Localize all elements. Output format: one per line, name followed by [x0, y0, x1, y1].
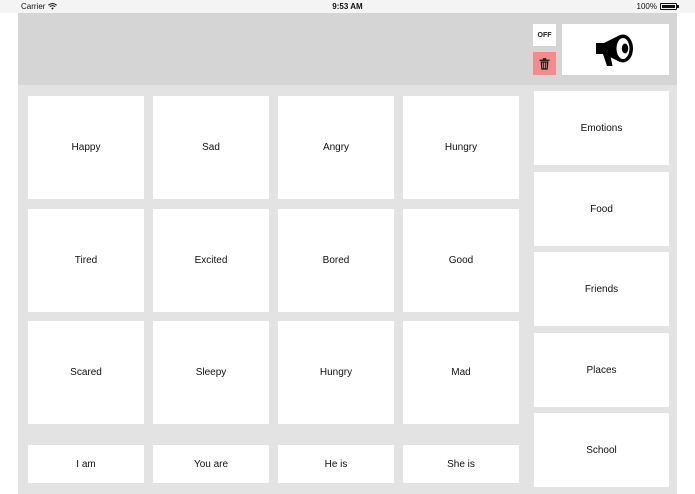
word-tile[interactable]: Mad — [403, 321, 519, 424]
battery-icon — [660, 3, 679, 10]
clear-sentence-button[interactable] — [533, 52, 556, 75]
right-margin — [677, 13, 695, 494]
word-tile[interactable]: Excited — [153, 209, 269, 312]
word-tile[interactable]: Angry — [278, 96, 394, 199]
category-list: Emotions Food Friends Places School — [527, 85, 677, 494]
megaphone-icon — [595, 34, 633, 66]
status-bar: Carrier 9:53 AM 100% — [0, 0, 695, 13]
app-window: Carrier 9:53 AM 100% OFF Happy Sad Angry… — [0, 0, 695, 494]
word-tile[interactable]: Sad — [153, 96, 269, 199]
word-tile[interactable]: Good — [403, 209, 519, 312]
category-school[interactable]: School — [534, 413, 669, 487]
word-tile[interactable]: Hungry — [403, 96, 519, 199]
category-emotions[interactable]: Emotions — [534, 91, 669, 165]
starter-tile[interactable]: He is — [278, 445, 394, 483]
battery-percent: 100% — [636, 2, 657, 11]
word-tile[interactable]: Sleepy — [153, 321, 269, 424]
word-tile[interactable]: Bored — [278, 209, 394, 312]
speak-button[interactable] — [562, 24, 669, 75]
starter-tile[interactable]: You are — [153, 445, 269, 483]
trash-icon — [539, 57, 550, 70]
word-tile[interactable]: Tired — [28, 209, 144, 312]
status-time: 9:53 AM — [332, 2, 363, 11]
starter-tile[interactable]: I am — [28, 445, 144, 483]
voice-toggle-button[interactable]: OFF — [533, 24, 556, 46]
category-food[interactable]: Food — [534, 172, 669, 246]
word-grid: Happy Sad Angry Hungry Tired Excited Bor… — [18, 85, 527, 494]
starter-tile[interactable]: She is — [403, 445, 519, 483]
status-right: 100% — [636, 2, 679, 11]
word-tile[interactable]: Hungry — [278, 321, 394, 424]
category-places[interactable]: Places — [534, 333, 669, 407]
left-margin — [0, 13, 18, 494]
category-friends[interactable]: Friends — [534, 252, 669, 326]
word-tile[interactable]: Scared — [28, 321, 144, 424]
word-tile[interactable]: Happy — [28, 96, 144, 199]
